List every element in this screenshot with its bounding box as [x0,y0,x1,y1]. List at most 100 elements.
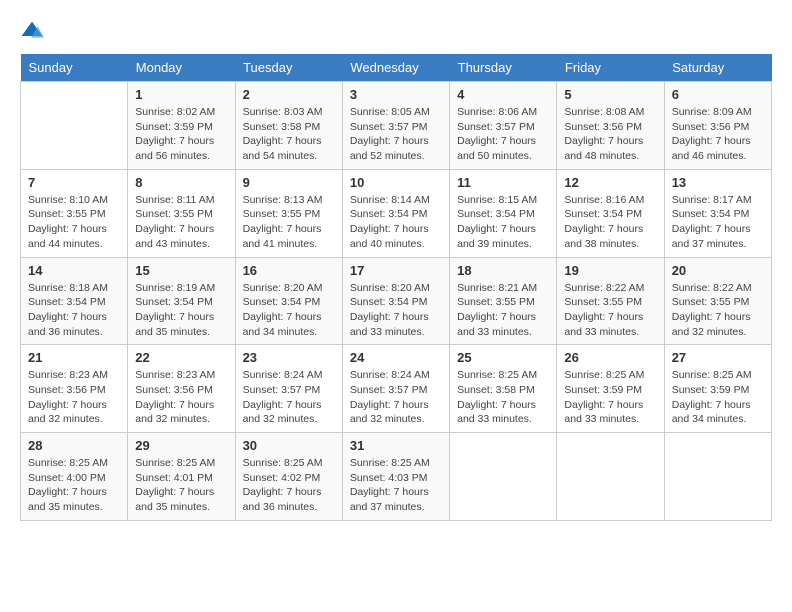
calendar-cell: 12Sunrise: 8:16 AM Sunset: 3:54 PM Dayli… [557,169,664,257]
day-number: 15 [135,263,227,278]
calendar-cell: 17 Sunrise: 8:20 AM Sunset: 3:54 PM Dayli… [342,257,449,345]
calendar-cell: 9 Sunrise: 8:13 AM Sunset: 3:55 PM Daylig… [235,169,342,257]
header-tuesday: Tuesday [235,54,342,82]
header-friday: Friday [557,54,664,82]
week-row-2: 7 Sunrise: 8:10 AM Sunset: 3:55 PM Daylig… [21,169,772,257]
week-row-3: 14 Sunrise: 8:18 AM Sunset: 3:54 PM Dayli… [21,257,772,345]
cell-content: Sunrise: 8:25 AM Sunset: 4:03 PM Dayligh… [350,456,442,515]
cell-content: Sunrise: 8:02 AM Sunset: 3:59 PM Dayligh… [135,105,227,164]
calendar-cell: 26Sunrise: 8:25 AM Sunset: 3:59 PM Dayli… [557,345,664,433]
calendar-cell: 23Sunrise: 8:24 AM Sunset: 3:57 PM Dayli… [235,345,342,433]
day-number: 10 [350,175,442,190]
day-number: 11 [457,175,549,190]
calendar-cell: 2 Sunrise: 8:03 AM Sunset: 3:58 PM Daylig… [235,82,342,170]
calendar-cell: 10 Sunrise: 8:14 AM Sunset: 3:54 PM Dayli… [342,169,449,257]
day-number: 5 [564,87,656,102]
day-number: 9 [243,175,335,190]
day-number: 1 [135,87,227,102]
calendar-cell: 6 Sunrise: 8:09 AM Sunset: 3:56 PM Daylig… [664,82,771,170]
cell-content: Sunrise: 8:25 AM Sunset: 4:01 PM Dayligh… [135,456,227,515]
calendar-cell: 21 Sunrise: 8:23 AM Sunset: 3:56 PM Dayli… [21,345,128,433]
calendar-cell: 19 Sunrise: 8:22 AM Sunset: 3:55 PM Dayli… [557,257,664,345]
cell-content: Sunrise: 8:05 AM Sunset: 3:57 PM Dayligh… [350,105,442,164]
day-number: 14 [28,263,120,278]
calendar-cell: 18 Sunrise: 8:21 AM Sunset: 3:55 PM Dayli… [450,257,557,345]
day-number: 12 [564,175,656,190]
cell-content: Sunrise: 8:09 AM Sunset: 3:56 PM Dayligh… [672,105,764,164]
cell-content: Sunrise: 8:22 AM Sunset: 3:55 PM Dayligh… [564,281,656,340]
cell-content: Sunrise: 8:25 AM Sunset: 4:00 PM Dayligh… [28,456,120,515]
cell-content: Sunrise: 8:21 AM Sunset: 3:55 PM Dayligh… [457,281,549,340]
cell-content: Sunrise: 8:24 AM Sunset: 3:57 PM Dayligh… [243,368,335,427]
cell-content: Sunrise: 8:14 AM Sunset: 3:54 PM Dayligh… [350,193,442,252]
day-number: 27 [672,350,764,365]
day-number: 16 [243,263,335,278]
day-number: 29 [135,438,227,453]
cell-content: Sunrise: 8:18 AM Sunset: 3:54 PM Dayligh… [28,281,120,340]
calendar-cell: 25 Sunrise: 8:25 AM Sunset: 3:58 PM Dayli… [450,345,557,433]
cell-content: Sunrise: 8:19 AM Sunset: 3:54 PM Dayligh… [135,281,227,340]
day-number: 3 [350,87,442,102]
logo-icon [20,20,44,44]
calendar-cell: 15 Sunrise: 8:19 AM Sunset: 3:54 PM Dayli… [128,257,235,345]
calendar-cell [21,82,128,170]
day-number: 2 [243,87,335,102]
calendar-cell: 8 Sunrise: 8:11 AM Sunset: 3:55 PM Daylig… [128,169,235,257]
cell-content: Sunrise: 8:17 AM Sunset: 3:54 PM Dayligh… [672,193,764,252]
calendar-cell: 30Sunrise: 8:25 AM Sunset: 4:02 PM Dayli… [235,433,342,521]
week-row-4: 21 Sunrise: 8:23 AM Sunset: 3:56 PM Dayli… [21,345,772,433]
calendar-cell: 28 Sunrise: 8:25 AM Sunset: 4:00 PM Dayli… [21,433,128,521]
cell-content: Sunrise: 8:08 AM Sunset: 3:56 PM Dayligh… [564,105,656,164]
calendar-cell: 13Sunrise: 8:17 AM Sunset: 3:54 PM Dayli… [664,169,771,257]
calendar-cell: 27 Sunrise: 8:25 AM Sunset: 3:59 PM Dayli… [664,345,771,433]
cell-content: Sunrise: 8:23 AM Sunset: 3:56 PM Dayligh… [28,368,120,427]
page-header [20,20,772,44]
cell-content: Sunrise: 8:23 AM Sunset: 3:56 PM Dayligh… [135,368,227,427]
day-number: 31 [350,438,442,453]
header-saturday: Saturday [664,54,771,82]
calendar-body: 1 Sunrise: 8:02 AM Sunset: 3:59 PM Daylig… [21,82,772,521]
calendar-header: SundayMondayTuesdayWednesdayThursdayFrid… [21,54,772,82]
day-number: 24 [350,350,442,365]
cell-content: Sunrise: 8:06 AM Sunset: 3:57 PM Dayligh… [457,105,549,164]
day-number: 7 [28,175,120,190]
week-row-5: 28 Sunrise: 8:25 AM Sunset: 4:00 PM Dayli… [21,433,772,521]
day-number: 25 [457,350,549,365]
header-row: SundayMondayTuesdayWednesdayThursdayFrid… [21,54,772,82]
cell-content: Sunrise: 8:20 AM Sunset: 3:54 PM Dayligh… [350,281,442,340]
calendar-cell: 20Sunrise: 8:22 AM Sunset: 3:55 PM Dayli… [664,257,771,345]
week-row-1: 1 Sunrise: 8:02 AM Sunset: 3:59 PM Daylig… [21,82,772,170]
header-wednesday: Wednesday [342,54,449,82]
calendar-cell: 4Sunrise: 8:06 AM Sunset: 3:57 PM Daylig… [450,82,557,170]
calendar-cell: 24 Sunrise: 8:24 AM Sunset: 3:57 PM Dayli… [342,345,449,433]
cell-content: Sunrise: 8:25 AM Sunset: 3:59 PM Dayligh… [672,368,764,427]
calendar-cell: 22 Sunrise: 8:23 AM Sunset: 3:56 PM Dayli… [128,345,235,433]
calendar-cell: 11Sunrise: 8:15 AM Sunset: 3:54 PM Dayli… [450,169,557,257]
calendar-cell: 5 Sunrise: 8:08 AM Sunset: 3:56 PM Daylig… [557,82,664,170]
calendar-cell: 7 Sunrise: 8:10 AM Sunset: 3:55 PM Daylig… [21,169,128,257]
calendar-cell: 14 Sunrise: 8:18 AM Sunset: 3:54 PM Dayli… [21,257,128,345]
day-number: 21 [28,350,120,365]
calendar-cell: 3 Sunrise: 8:05 AM Sunset: 3:57 PM Daylig… [342,82,449,170]
calendar-cell [557,433,664,521]
logo [20,20,48,44]
cell-content: Sunrise: 8:25 AM Sunset: 4:02 PM Dayligh… [243,456,335,515]
calendar-cell: 1 Sunrise: 8:02 AM Sunset: 3:59 PM Daylig… [128,82,235,170]
cell-content: Sunrise: 8:13 AM Sunset: 3:55 PM Dayligh… [243,193,335,252]
cell-content: Sunrise: 8:11 AM Sunset: 3:55 PM Dayligh… [135,193,227,252]
cell-content: Sunrise: 8:24 AM Sunset: 3:57 PM Dayligh… [350,368,442,427]
day-number: 17 [350,263,442,278]
day-number: 19 [564,263,656,278]
calendar-table: SundayMondayTuesdayWednesdayThursdayFrid… [20,54,772,521]
day-number: 6 [672,87,764,102]
day-number: 22 [135,350,227,365]
calendar-cell [450,433,557,521]
day-number: 8 [135,175,227,190]
cell-content: Sunrise: 8:10 AM Sunset: 3:55 PM Dayligh… [28,193,120,252]
calendar-cell: 31 Sunrise: 8:25 AM Sunset: 4:03 PM Dayli… [342,433,449,521]
cell-content: Sunrise: 8:25 AM Sunset: 3:58 PM Dayligh… [457,368,549,427]
day-number: 18 [457,263,549,278]
cell-content: Sunrise: 8:25 AM Sunset: 3:59 PM Dayligh… [564,368,656,427]
day-number: 28 [28,438,120,453]
cell-content: Sunrise: 8:03 AM Sunset: 3:58 PM Dayligh… [243,105,335,164]
